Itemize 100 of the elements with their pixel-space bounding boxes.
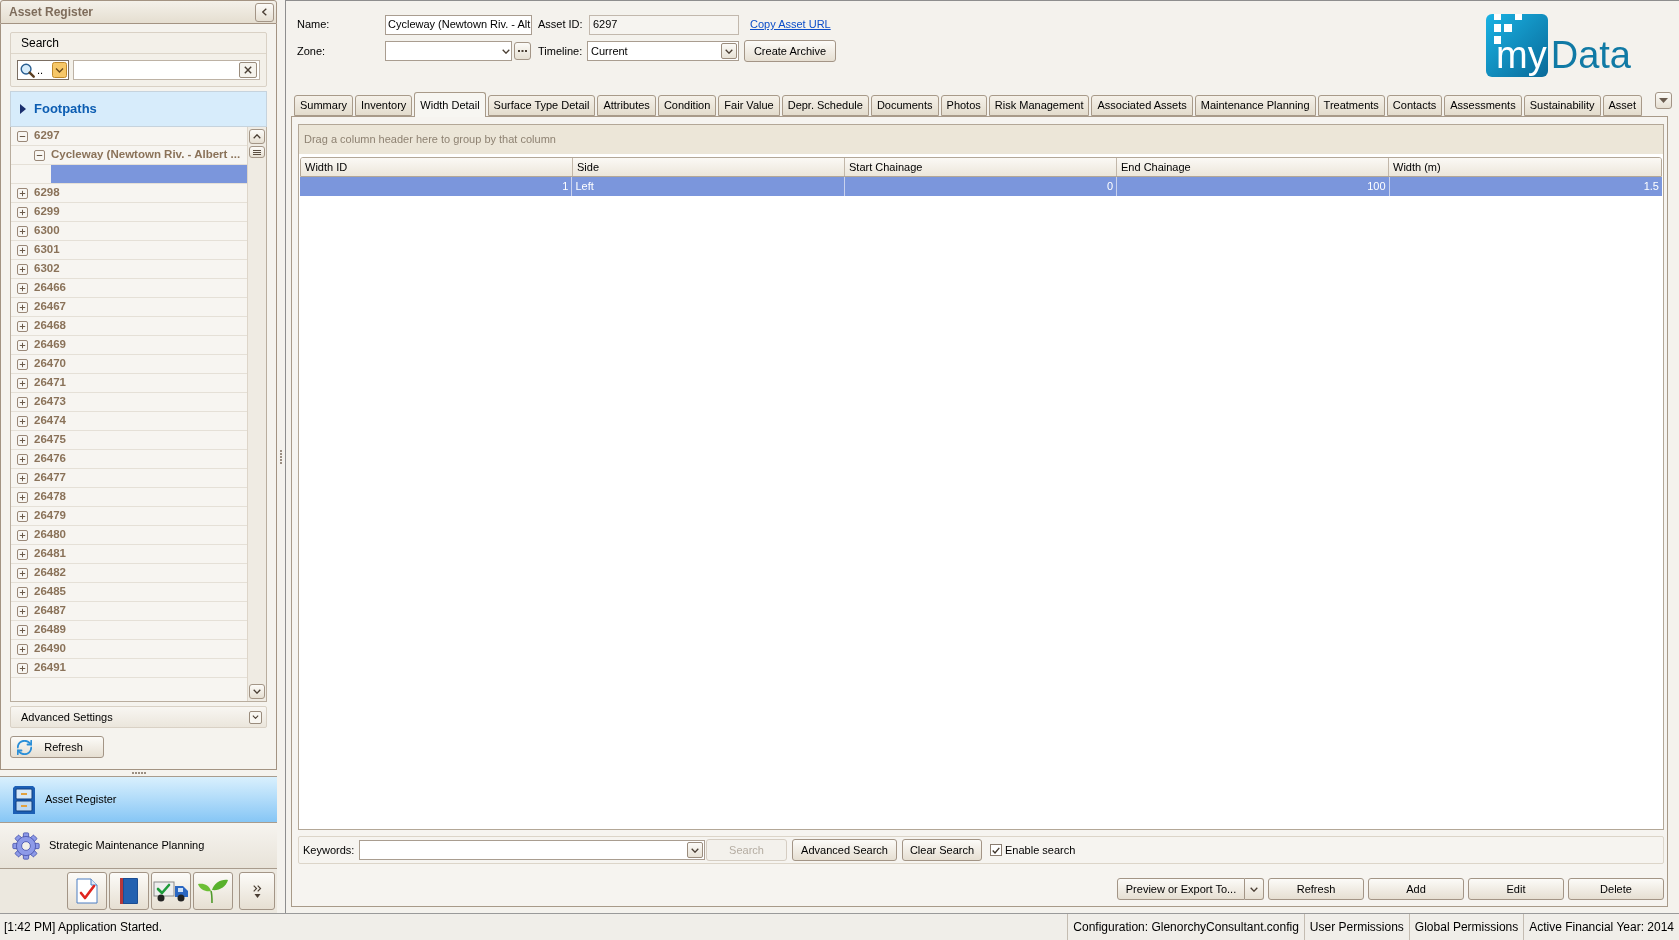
dropdown-button[interactable] — [721, 43, 737, 59]
tree-item[interactable]: 6301 — [33, 241, 61, 259]
tree-item[interactable]: 26476 — [33, 450, 67, 468]
tree-item[interactable]: 26474 — [33, 412, 67, 430]
double-chevron-icon — [252, 884, 262, 898]
category-header[interactable]: Footpaths — [10, 91, 267, 127]
tree-item[interactable]: 26491 — [33, 659, 67, 677]
browse-button[interactable] — [514, 42, 531, 60]
advanced-search-button[interactable]: Advanced Search — [792, 839, 897, 861]
tree-item[interactable]: 26473 — [33, 393, 67, 411]
logo: myData — [1485, 14, 1631, 77]
tab[interactable]: Treatments — [1317, 95, 1385, 116]
tree-item[interactable]: 26490 — [33, 640, 67, 658]
tree-item[interactable]: 26466 — [33, 279, 67, 297]
asset-id-field[interactable]: 6297 — [589, 14, 739, 35]
tab[interactable]: Contacts — [1386, 95, 1443, 116]
scrollbar[interactable] — [247, 127, 266, 701]
navigation-item[interactable]: Asset Register — [0, 776, 277, 822]
tree-item[interactable]: 26482 — [33, 564, 67, 582]
action-button[interactable]: Delete — [1568, 878, 1664, 900]
more-button[interactable] — [239, 872, 275, 910]
status-panel: Active Financial Year: 2014 — [1523, 914, 1679, 940]
tab-list-button[interactable] — [1655, 92, 1672, 109]
scroll-thumb[interactable] — [249, 146, 265, 158]
check-icon — [992, 846, 1000, 854]
tree-item[interactable]: 26485 — [33, 583, 67, 601]
refresh-button[interactable]: Refresh — [10, 736, 104, 758]
tab[interactable]: Maintenance Planning — [1194, 95, 1316, 116]
expand-toggle[interactable] — [249, 710, 262, 724]
tab[interactable]: Photos — [940, 95, 987, 116]
column-header[interactable]: End Chainage — [1117, 158, 1389, 176]
tree-item[interactable]: 26477 — [33, 469, 67, 487]
column-header[interactable]: Start Chainage — [845, 158, 1117, 176]
tree-item[interactable]: 26480 — [33, 526, 67, 544]
collapse-button[interactable] — [255, 2, 274, 22]
tree-item[interactable]: 26479 — [33, 507, 67, 525]
chevron-down-icon — [1250, 886, 1258, 892]
search-field[interactable] — [73, 60, 260, 80]
document-check-icon — [76, 878, 98, 904]
tab[interactable]: Fair Value — [718, 95, 780, 116]
tree-item[interactable]: 26470 — [33, 355, 67, 373]
dropdown-button[interactable] — [687, 842, 703, 858]
checkbox-label[interactable]: Enable search — [1005, 841, 1076, 859]
tree-item[interactable]: 26467 — [33, 298, 67, 316]
tree-item[interactable]: 26489 — [33, 621, 67, 639]
tree-item[interactable]: 6297 — [33, 127, 61, 145]
timeline-dropdown[interactable]: Current — [587, 41, 739, 61]
tree-item[interactable]: 6300 — [33, 222, 61, 240]
tree-item[interactable]: 6299 — [33, 203, 61, 221]
tree-item[interactable]: 26487 — [33, 602, 67, 620]
tree-item[interactable]: 26468 — [33, 317, 67, 335]
tree-item[interactable]: 6298 — [33, 184, 61, 202]
clear-button[interactable] — [239, 62, 257, 78]
export-menu-button[interactable] — [1245, 878, 1264, 900]
table-cell: Left — [572, 177, 845, 196]
tree-item[interactable]: Cycleway (Newtown Riv. - Albert ... — [50, 146, 242, 164]
create-archive-button[interactable]: Create Archive — [744, 40, 836, 62]
tab[interactable]: Sustainability — [1523, 95, 1601, 116]
tab[interactable]: Risk Management — [988, 95, 1090, 116]
tab[interactable]: Depr. Schedule — [781, 95, 869, 116]
tree-item[interactable]: 26469 — [33, 336, 67, 354]
action-button[interactable]: Refresh — [1268, 878, 1364, 900]
keywords-field[interactable] — [359, 840, 705, 860]
scroll-down-button[interactable] — [249, 684, 265, 699]
action-button[interactable]: Edit — [1468, 878, 1564, 900]
column-header[interactable]: Side — [573, 158, 845, 176]
toolbar-button[interactable] — [151, 872, 191, 910]
tab[interactable]: Attributes — [597, 95, 656, 116]
tree-item[interactable]: 26478 — [33, 488, 67, 506]
tree-item[interactable]: 26481 — [33, 545, 67, 563]
name-field[interactable]: Cycleway (Newtown Riv. - Alt — [385, 14, 532, 35]
action-button[interactable]: Add — [1368, 878, 1464, 900]
tab[interactable]: Associated Assets — [1091, 95, 1193, 116]
tab[interactable]: Width Detail — [414, 92, 486, 117]
checkbox[interactable] — [990, 844, 1002, 856]
toolbar-button[interactable] — [109, 872, 149, 910]
tab[interactable]: Summary — [294, 95, 354, 116]
copy-asset-url-link[interactable]: Copy Asset URL — [750, 16, 831, 33]
export-button[interactable]: Preview or Export To... — [1117, 878, 1245, 900]
chevron-left-icon — [262, 8, 267, 16]
tab[interactable]: Documents — [870, 95, 939, 116]
scroll-up-button[interactable] — [249, 129, 265, 144]
tree-item[interactable]: 26471 — [33, 374, 67, 392]
tab[interactable]: Assessments — [1444, 95, 1522, 116]
advanced-settings-header[interactable]: Advanced Settings — [10, 706, 267, 728]
gear-icon — [12, 831, 40, 860]
chevron-down-icon — [691, 847, 699, 853]
clear-search-button[interactable]: Clear Search — [902, 839, 982, 861]
column-header[interactable]: Width ID — [301, 158, 573, 176]
tab[interactable]: Condition — [657, 95, 717, 116]
group-panel: Drag a column header here to group by that column — [299, 125, 1663, 154]
chevron-down-icon — [52, 62, 67, 78]
tree-item[interactable]: 26475 — [33, 431, 67, 449]
navigation-item[interactable]: Strategic Maintenance Planning — [0, 822, 277, 868]
tab[interactable]: Asset — [1602, 95, 1642, 116]
column-header[interactable]: Width (m) — [1389, 158, 1661, 176]
tab[interactable]: Surface Type Detail — [487, 95, 596, 116]
filter-dropdown[interactable]: .. — [17, 60, 69, 80]
tree-item[interactable]: 6302 — [33, 260, 61, 278]
tab[interactable]: Inventory — [355, 95, 413, 116]
